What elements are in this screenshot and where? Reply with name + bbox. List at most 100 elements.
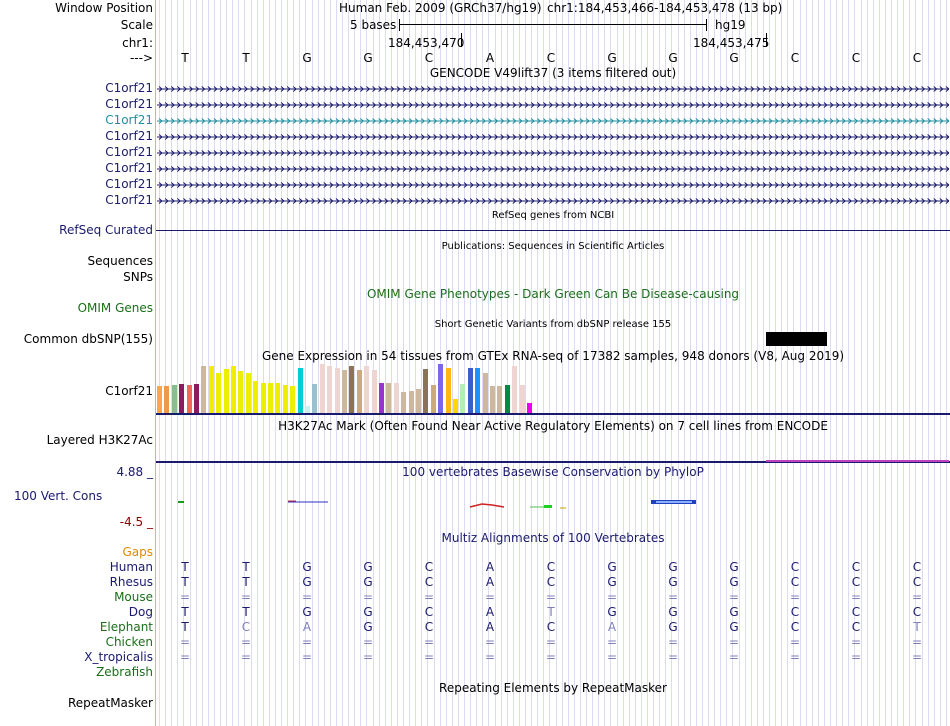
phylop-track-label[interactable]: 100 Vert. Cons: [14, 489, 102, 503]
grid-line: [812, 0, 813, 726]
gtex-tissue-bar[interactable]: [453, 399, 458, 413]
grid-line: [635, 0, 636, 726]
dbsnp-track-label[interactable]: Common dbSNP(155): [24, 332, 153, 346]
gencode-transcript-label[interactable]: C1orf21: [105, 97, 153, 111]
gtex-tissue-bar[interactable]: [504, 385, 510, 413]
gencode-transcript[interactable]: [157, 182, 949, 188]
gtex-tissue-bar[interactable]: [490, 386, 495, 413]
gtex-tissue-bar[interactable]: [194, 384, 199, 413]
gtex-tissue-bar[interactable]: [245, 373, 251, 413]
gtex-tissue-bar[interactable]: [260, 383, 266, 413]
multiz-species-label[interactable]: Human: [110, 560, 153, 574]
gtex-tissue-bar[interactable]: [512, 366, 518, 413]
gtex-tissue-bar[interactable]: [327, 366, 333, 413]
gtex-tissue-bar[interactable]: [408, 391, 414, 413]
h3k27ac-track-label[interactable]: Layered H3K27Ac: [47, 433, 153, 447]
gtex-tissue-bar[interactable]: [297, 368, 303, 413]
gtex-tissue-bar[interactable]: [475, 368, 481, 413]
gencode-transcript[interactable]: [157, 118, 949, 124]
gencode-transcript[interactable]: [157, 166, 949, 172]
multiz-species-label[interactable]: Mouse: [114, 590, 153, 604]
gtex-tissue-bar[interactable]: [268, 383, 273, 413]
gencode-transcript-label[interactable]: C1orf21: [105, 81, 153, 95]
gencode-transcript-label[interactable]: C1orf21: [105, 113, 153, 127]
gencode-transcript-label[interactable]: C1orf21: [105, 193, 153, 207]
gtex-tissue-bar[interactable]: [430, 385, 436, 413]
grid-line: [940, 0, 941, 726]
gtex-tissue-bar[interactable]: [386, 383, 392, 413]
gencode-transcript[interactable]: [157, 102, 949, 108]
gtex-tissue-bar[interactable]: [208, 366, 214, 413]
phylop-signal[interactable]: [156, 495, 950, 515]
gencode-transcript-label[interactable]: C1orf21: [105, 161, 153, 175]
gtex-tissue-bar[interactable]: [342, 370, 347, 413]
gtex-tissue-bar[interactable]: [179, 384, 185, 413]
gtex-tissue-bar[interactable]: [379, 383, 384, 413]
gtex-tissue-bar[interactable]: [423, 369, 429, 413]
gtex-tissue-bar[interactable]: [319, 364, 325, 413]
gtex-tissue-bar[interactable]: [157, 386, 162, 413]
gtex-tissue-bar[interactable]: [416, 389, 421, 413]
gtex-tissue-bar[interactable]: [238, 371, 244, 413]
multiz-species-label[interactable]: X_tropicalis: [84, 650, 153, 664]
repeatmasker-track-label[interactable]: RepeatMasker: [68, 696, 153, 710]
gtex-tissue-bar[interactable]: [290, 386, 296, 413]
gtex-tissue-bar[interactable]: [497, 386, 503, 413]
gtex-tissue-bar[interactable]: [349, 366, 355, 413]
multiz-species-label[interactable]: Chicken: [106, 635, 153, 649]
gtex-tissue-bar[interactable]: [223, 369, 229, 413]
gencode-transcript[interactable]: [157, 150, 949, 156]
gencode-transcript-label[interactable]: C1orf21: [105, 177, 153, 191]
gtex-tissue-bar[interactable]: [445, 368, 451, 413]
publications-label-snps[interactable]: SNPs: [123, 270, 153, 284]
gtex-tissue-bar[interactable]: [305, 406, 310, 413]
multiz-species-label[interactable]: Rhesus: [110, 575, 153, 589]
gtex-tissue-bar[interactable]: [460, 384, 466, 413]
gtex-tissue-bar[interactable]: [364, 366, 370, 413]
gencode-transcript[interactable]: [157, 134, 949, 140]
genome-assembly: Human Feb. 2009 (GRCh37/hg19): [339, 1, 542, 15]
gtex-tissue-bar[interactable]: [312, 384, 318, 413]
gtex-tissue-bar[interactable]: [371, 370, 377, 413]
multiz-species-label[interactable]: Elephant: [100, 620, 153, 634]
alignment-base: =: [240, 590, 252, 604]
gtex-tissue-bar[interactable]: [216, 373, 222, 413]
gtex-tissue-bar[interactable]: [171, 385, 177, 413]
gtex-tissue-bar[interactable]: [438, 364, 444, 413]
gtex-tissue-bar[interactable]: [186, 385, 192, 413]
alignment-base: =: [423, 635, 435, 649]
genome-browser-image[interactable]: Window Position Scale chr1: ---> Human F…: [0, 0, 950, 726]
gencode-transcript[interactable]: [157, 198, 949, 204]
gtex-tissue-bar[interactable]: [519, 385, 525, 413]
gtex-tissue-bar[interactable]: [201, 366, 207, 413]
gtex-tissue-bar[interactable]: [467, 368, 473, 413]
gtex-tissue-bar[interactable]: [356, 370, 362, 413]
publications-label-sequences[interactable]: Sequences: [88, 254, 153, 268]
gtex-tissue-bar[interactable]: [334, 368, 340, 413]
multiz-species-label[interactable]: Zebrafish: [96, 665, 153, 679]
refseq-gene-line[interactable]: [156, 230, 950, 231]
gtex-tissue-bar[interactable]: [393, 383, 399, 413]
gtex-tissue-bar[interactable]: [401, 392, 407, 413]
gtex-tissue-bar[interactable]: [275, 383, 281, 413]
refseq-track-label[interactable]: RefSeq Curated: [59, 223, 153, 237]
gtex-track-label[interactable]: C1orf21: [105, 384, 153, 398]
gtex-tissue-bar[interactable]: [482, 373, 488, 413]
gtex-tissue-bar[interactable]: [164, 386, 170, 413]
h3k27ac-track-title: H3K27Ac Mark (Often Found Near Active Re…: [278, 419, 828, 433]
multiz-species-label[interactable]: Dog: [129, 605, 153, 619]
gencode-transcript-label[interactable]: C1orf21: [105, 145, 153, 159]
gencode-transcript-label[interactable]: C1orf21: [105, 129, 153, 143]
gtex-tissue-bar[interactable]: [282, 385, 288, 413]
omim-track-label[interactable]: OMIM Genes: [78, 301, 153, 315]
gtex-baseline: [156, 413, 950, 415]
alignment-base: C: [790, 560, 800, 574]
alignment-base: G: [363, 620, 373, 634]
gtex-tissue-bar[interactable]: [231, 366, 236, 413]
gtex-tissue-bar[interactable]: [253, 381, 259, 413]
gtex-bar-chart[interactable]: [156, 364, 536, 413]
gencode-transcript[interactable]: [157, 86, 949, 92]
dbsnp-variant[interactable]: [766, 332, 827, 346]
coordinate-left-tick: [461, 33, 462, 47]
gtex-tissue-bar[interactable]: [527, 403, 532, 413]
